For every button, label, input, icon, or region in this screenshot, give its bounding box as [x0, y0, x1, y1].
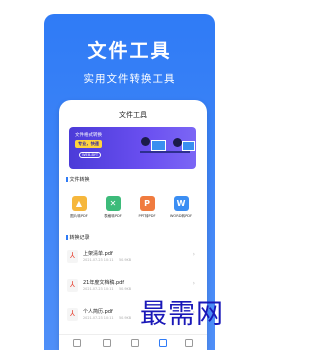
word-icon: W	[173, 196, 189, 211]
record-name: 上架清单.pdf	[83, 251, 113, 257]
tab-profile-icon[interactable]	[185, 339, 193, 347]
tab-records-icon[interactable]	[159, 339, 167, 347]
tool-label: PPT转PDF	[138, 214, 156, 218]
banner-button[interactable]: WEB-BYT	[79, 152, 102, 158]
banner-title: 文件格式转换	[75, 133, 102, 138]
record-date: 2021-07-23 10:11	[83, 316, 114, 320]
record-size: 50.9KB	[119, 258, 132, 262]
banner-tag: 专业，快速	[75, 140, 102, 148]
record-size: 50.9KB	[119, 316, 132, 320]
tool-label: 图片转PDF	[70, 214, 88, 218]
bottom-tab-bar	[59, 334, 207, 350]
record-name: 个人简历.pdf	[83, 309, 113, 315]
tab-convert-icon[interactable]	[131, 339, 139, 347]
tool-excel-to-pdf[interactable]: ✕ 表格转PDF	[100, 196, 126, 219]
promo-banner[interactable]: 文件格式转换 专业，快速 WEB-BYT	[69, 127, 196, 169]
image-icon: ▲	[71, 196, 87, 211]
pdf-icon: ⅄	[67, 308, 78, 321]
records-section-title: 转换记录	[66, 234, 90, 241]
excel-icon: ✕	[105, 196, 121, 211]
pdf-icon: ⅄	[67, 250, 78, 263]
illustration-person-icon	[173, 138, 182, 147]
tool-ppt-to-pdf[interactable]: P PPT转PDF	[134, 196, 160, 219]
illustration-screen-icon	[182, 141, 195, 151]
record-date: 2021-07-23 10:11	[83, 287, 114, 291]
record-name: 21年度文档稿.pdf	[83, 280, 125, 286]
hero-title: 文件工具	[87, 40, 172, 62]
app-title: 文件工具	[119, 111, 147, 119]
record-item[interactable]: ⅄ 上架清单.pdf 2021-07-23 10:11 50.9KB ›	[67, 248, 197, 270]
hero-subtitle: 实用文件转换工具	[83, 73, 176, 85]
illustration-screen-icon	[151, 140, 166, 151]
tool-word-to-pdf[interactable]: W WORD转PDF	[168, 196, 194, 219]
record-date: 2021-07-23 10:11	[83, 258, 114, 262]
pdf-icon: ⅄	[67, 279, 78, 292]
watermark-text: 最需网	[140, 299, 224, 330]
record-size: 50.9KB	[119, 287, 132, 291]
chevron-right-icon: ›	[192, 251, 195, 258]
tab-files-icon[interactable]	[103, 339, 111, 347]
chevron-right-icon: ›	[192, 280, 195, 287]
tools-section-title: 文件转换	[66, 176, 90, 183]
illustration-desk	[140, 151, 190, 153]
tool-label: 表格转PDF	[104, 214, 122, 218]
tool-label: WORD转PDF	[169, 214, 193, 218]
tab-home-icon[interactable]	[73, 339, 81, 347]
tool-image-to-pdf[interactable]: ▲ 图片转PDF	[66, 196, 92, 219]
illustration-person-icon	[141, 137, 150, 146]
ppt-icon: P	[139, 196, 155, 211]
